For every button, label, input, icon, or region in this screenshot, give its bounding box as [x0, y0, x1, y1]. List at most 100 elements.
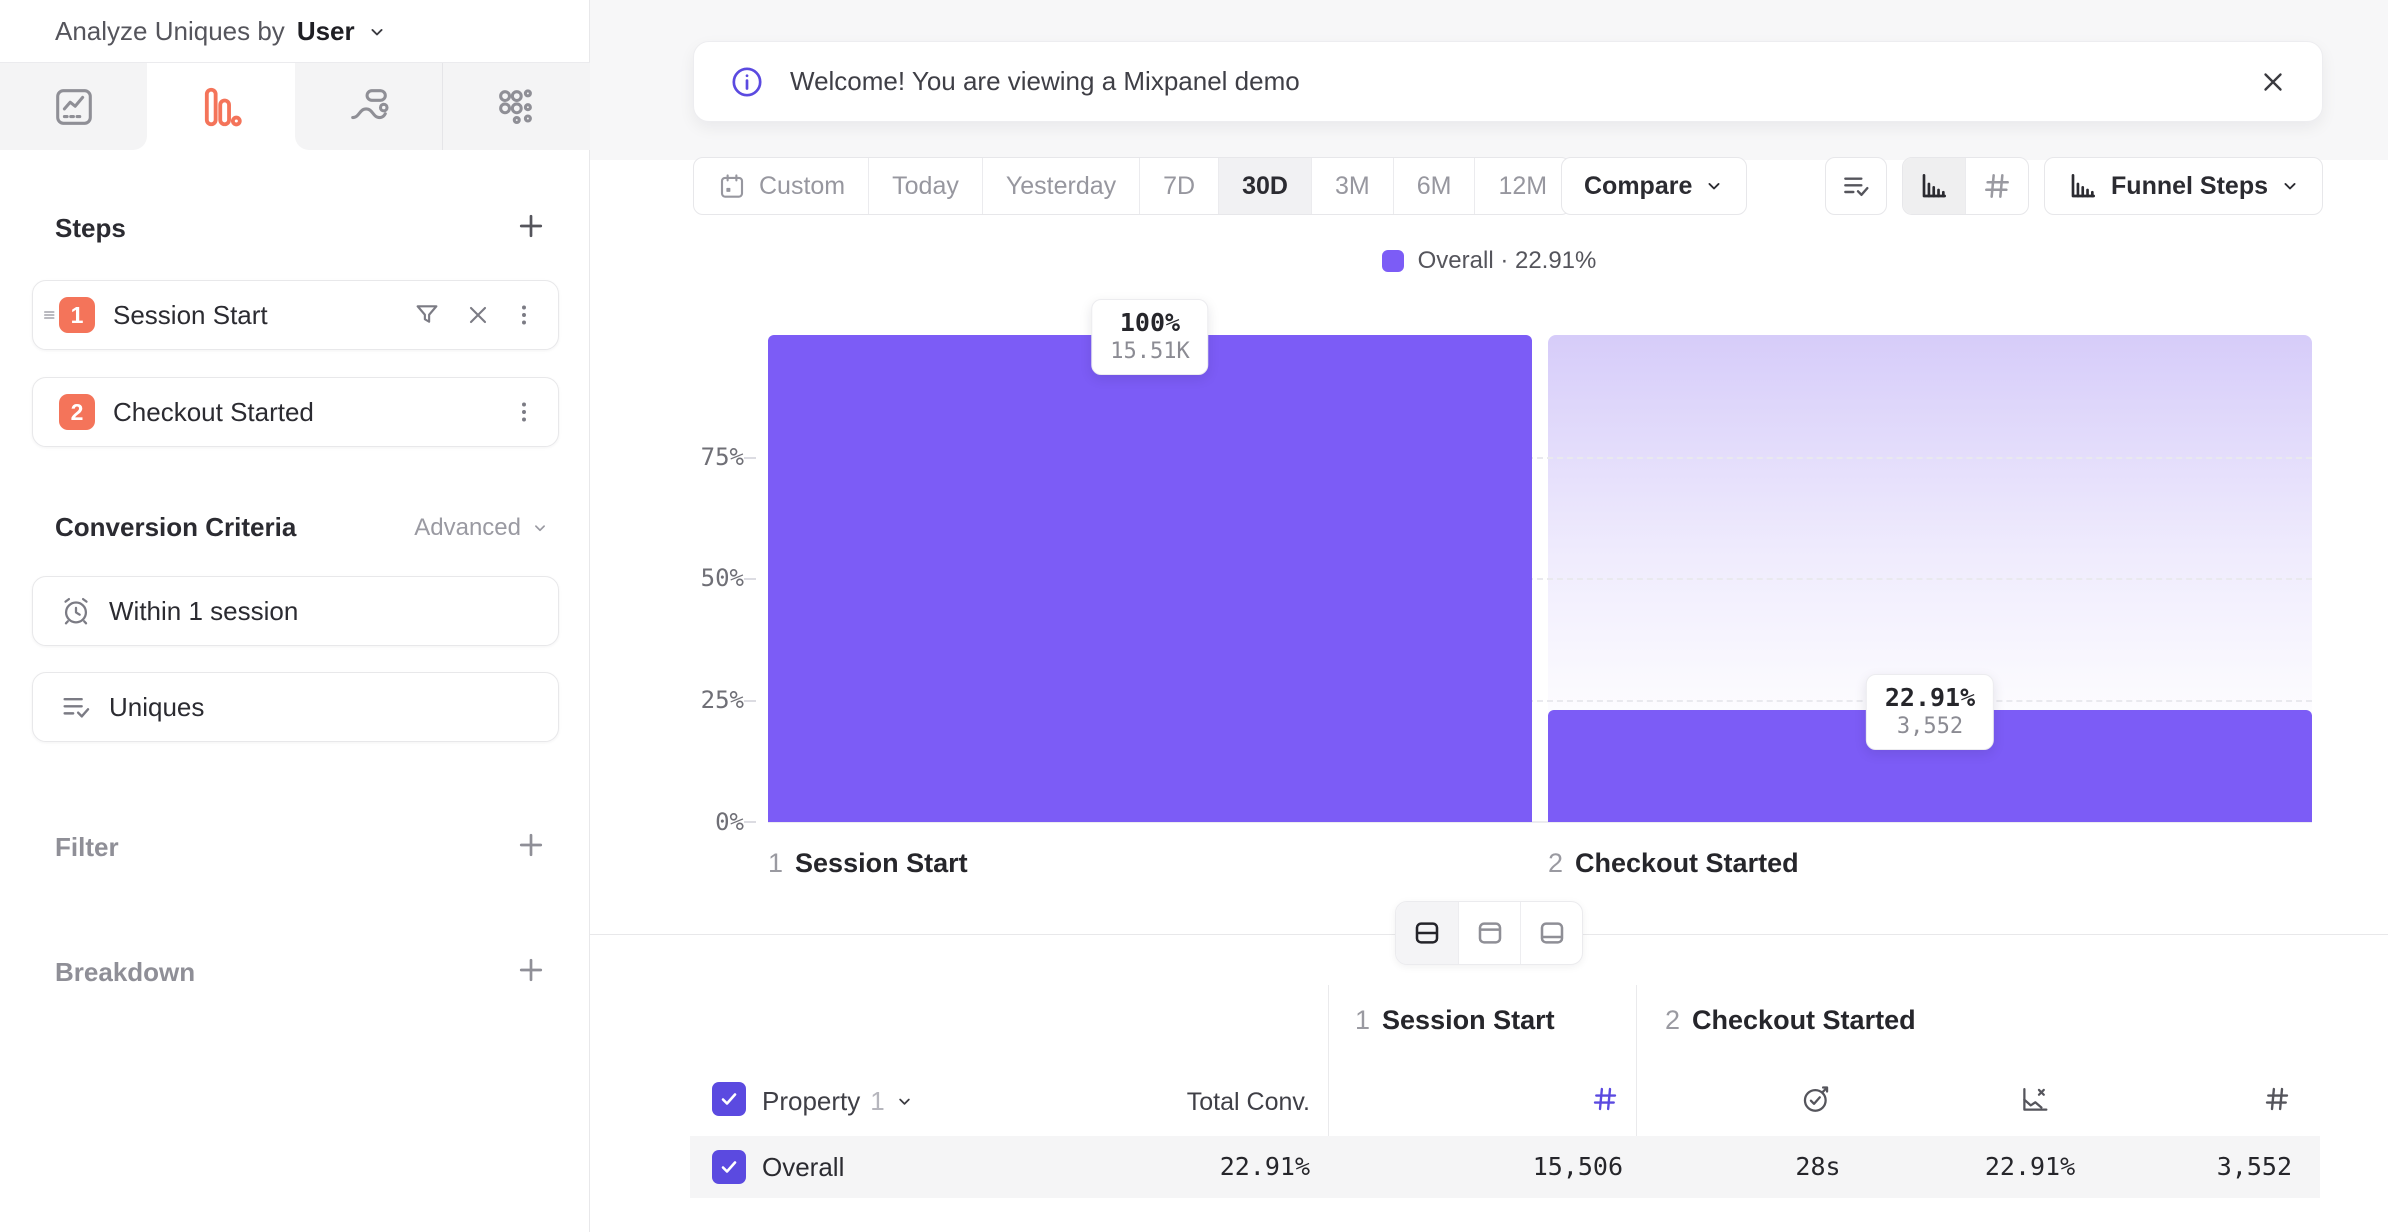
chart-type-label: Funnel Steps	[2111, 172, 2268, 201]
date-range-today[interactable]: Today	[868, 158, 982, 214]
split-view-option[interactable]	[1396, 902, 1458, 964]
number-view-option[interactable]	[1965, 158, 2028, 214]
toolbar: Custom Today Yesterday 7D 30D 3M 6M 12M …	[693, 157, 2323, 215]
alarm-clock-icon	[59, 594, 93, 628]
row-checkbox[interactable]	[712, 1150, 746, 1184]
property-index: 1	[870, 1086, 884, 1117]
chart-type-dropdown[interactable]: Funnel Steps	[2044, 157, 2323, 215]
total-conv-header[interactable]: Total Conv.	[1110, 1088, 1310, 1117]
y-axis-tick: 25%	[644, 686, 744, 714]
tab-insights[interactable]	[0, 63, 147, 151]
funnel-bar[interactable]	[768, 335, 1532, 822]
property-dropdown[interactable]: Property 1	[762, 1086, 914, 1117]
tooltip-percent: 100%	[1110, 308, 1189, 337]
step-number-badge: 1	[59, 297, 95, 333]
y-axis-tick: 75%	[644, 443, 744, 471]
flows-icon	[346, 84, 392, 130]
funnel-column-session-start[interactable]	[768, 335, 1532, 822]
date-range-30d[interactable]: 30D	[1218, 158, 1311, 214]
step-label[interactable]: Checkout Started	[113, 397, 314, 428]
panel-layout-toggle	[1395, 901, 1583, 965]
funnel-steps-icon	[2067, 170, 2099, 202]
chevron-down-icon	[367, 22, 387, 42]
date-range-label: Custom	[759, 172, 845, 201]
converted-count-metric-icon[interactable]	[2262, 1084, 2292, 1114]
chevron-down-icon	[895, 1092, 914, 1111]
metrics-list-button[interactable]	[1825, 157, 1887, 215]
tooltip-percent: 22.91%	[1885, 683, 1975, 712]
counting-method-card[interactable]: Uniques	[32, 672, 559, 742]
cell-avg-time: 28s	[1758, 1152, 1878, 1181]
drag-handle-icon[interactable]	[41, 306, 59, 324]
advanced-dropdown[interactable]: Advanced	[414, 514, 549, 542]
table-group-header-session-start: 1 Session Start	[1355, 1005, 1555, 1036]
add-filter-button[interactable]	[513, 827, 549, 863]
tab-retention[interactable]	[442, 63, 589, 151]
property-label: Property	[762, 1086, 860, 1117]
legend-label: Overall · 22.91%	[1418, 247, 1597, 275]
legend-item-overall[interactable]: Overall · 22.91%	[1382, 247, 1597, 275]
calendar-icon	[717, 171, 747, 201]
tab-flows[interactable]	[295, 63, 442, 151]
conversion-window-card[interactable]: Within 1 session	[32, 576, 559, 646]
table-group-header-checkout-started: 2 Checkout Started	[1665, 1005, 1916, 1036]
steps-title: Steps	[55, 213, 126, 244]
cell-converted: 3,552	[2092, 1152, 2292, 1181]
chevron-down-icon	[1704, 176, 1724, 196]
cell-total-conv: 22.91%	[1110, 1152, 1310, 1181]
date-range-7d[interactable]: 7D	[1139, 158, 1218, 214]
insights-icon	[51, 84, 97, 130]
legend-swatch	[1382, 250, 1404, 272]
step-card-2[interactable]: 2 Checkout Started	[32, 377, 559, 447]
report-type-tabs	[0, 62, 590, 150]
breakdown-title: Breakdown	[55, 957, 195, 988]
step-menu-icon[interactable]	[510, 398, 538, 426]
avg-time-metric-icon[interactable]	[1799, 1082, 1833, 1116]
analyze-by-value[interactable]: User	[297, 16, 355, 47]
bar-tooltip: 100% 15.51K	[1091, 299, 1208, 375]
select-all-checkbox[interactable]	[712, 1082, 746, 1116]
filter-step-icon[interactable]	[412, 300, 442, 330]
add-breakdown-button[interactable]	[513, 952, 549, 988]
conv-rate-metric-icon[interactable]	[2018, 1082, 2052, 1116]
add-step-button[interactable]	[513, 208, 549, 244]
uniques-metric-icon[interactable]	[1590, 1084, 1620, 1114]
date-range-yesterday[interactable]: Yesterday	[982, 158, 1139, 214]
step-number-badge: 2	[59, 394, 95, 430]
chart-only-option[interactable]	[1458, 902, 1520, 964]
analyze-by-control[interactable]: Analyze Uniques by User	[55, 16, 387, 47]
demo-banner: Welcome! You are viewing a Mixpanel demo	[693, 41, 2323, 122]
date-range-12m[interactable]: 12M	[1474, 158, 1570, 214]
date-range-custom[interactable]: Custom	[694, 158, 868, 214]
sidebar: Analyze Uniques by User	[0, 0, 590, 1232]
step-card-1[interactable]: 1 Session Start	[32, 280, 559, 350]
main-panel: Welcome! You are viewing a Mixpanel demo…	[590, 0, 2388, 1232]
info-icon	[730, 65, 764, 99]
step-label[interactable]: Session Start	[113, 300, 268, 331]
tooltip-count: 15.51K	[1110, 339, 1189, 364]
step-menu-icon[interactable]	[510, 301, 538, 329]
date-range-3m[interactable]: 3M	[1311, 158, 1393, 214]
table-only-option[interactable]	[1520, 902, 1582, 964]
bar-tooltip: 22.91% 3,552	[1866, 674, 1994, 750]
funnel-chart: 100% 15.51K 22.91% 3,552	[768, 335, 2312, 822]
analyze-by-label: Analyze Uniques by	[55, 16, 285, 47]
counting-method-label[interactable]: Uniques	[109, 692, 204, 723]
compare-label: Compare	[1584, 172, 1692, 201]
chevron-down-icon	[2280, 176, 2300, 196]
chevron-down-icon	[531, 519, 549, 537]
date-range-control: Custom Today Yesterday 7D 30D 3M 6M 12M	[693, 157, 1571, 215]
retention-icon	[493, 84, 539, 130]
compare-button[interactable]: Compare	[1561, 157, 1747, 215]
close-icon[interactable]	[2258, 67, 2288, 97]
list-check-icon	[1840, 170, 1872, 202]
remove-step-icon[interactable]	[464, 301, 492, 329]
y-axis-tick: 50%	[644, 564, 744, 592]
date-range-6m[interactable]: 6M	[1393, 158, 1475, 214]
percent-view-option[interactable]	[1903, 158, 1965, 214]
cell-uniques: 15,506	[1423, 1152, 1623, 1181]
table-row-overall[interactable]: Overall 22.91% 15,506 28s 22.91% 3,552	[690, 1136, 2320, 1198]
bar-chart-icon	[1918, 170, 1950, 202]
conversion-window-label[interactable]: Within 1 session	[109, 596, 298, 627]
tab-funnels[interactable]	[147, 63, 294, 151]
